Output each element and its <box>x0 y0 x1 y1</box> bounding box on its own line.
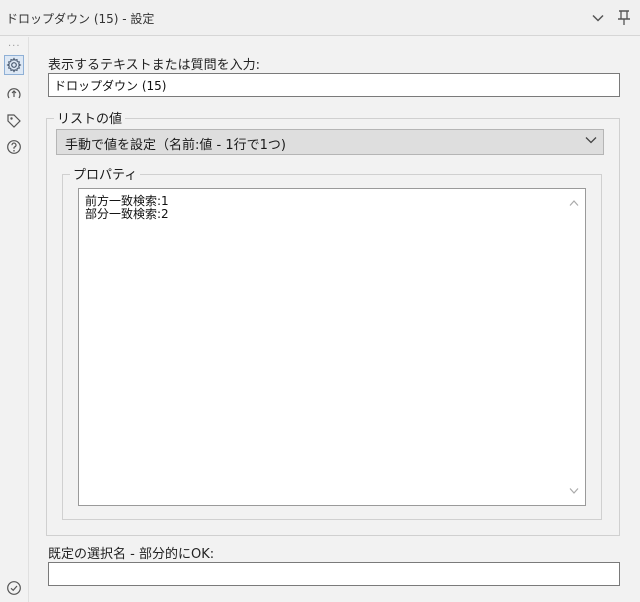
sidebar-item-connections[interactable] <box>4 85 24 105</box>
properties-line: 部分一致検索:2 <box>85 207 169 221</box>
scroll-up-icon[interactable] <box>569 199 579 207</box>
help-icon <box>7 140 21 154</box>
list-mode-selected: 手動で値を設定（名前:値 - 1行で1つ) <box>65 138 286 153</box>
window-title: ドロップダウン (15) - 設定 <box>6 12 155 26</box>
properties-textarea[interactable]: 前方一致検索:1 部分一致検索:2 <box>78 188 586 506</box>
question-label: 表示するテキストまたは質問を入力: <box>48 58 260 73</box>
question-input[interactable] <box>48 73 620 97</box>
gear-icon <box>6 57 22 73</box>
sidebar-item-help[interactable] <box>4 137 24 157</box>
pin-icon <box>618 10 630 25</box>
default-selection-label: 既定の選択名 - 部分的にOK: <box>48 547 215 562</box>
properties-group-title: プロパティ <box>70 164 141 183</box>
check-circle-icon <box>7 581 21 595</box>
sidebar-item-status[interactable] <box>4 578 24 598</box>
list-values-group-title: リストの値 <box>54 108 126 127</box>
collapse-button[interactable] <box>588 8 608 28</box>
scroll-down-icon[interactable] <box>569 487 579 495</box>
more-dots[interactable]: ... <box>8 39 21 49</box>
title-bar: ドロップダウン (15) - 設定 <box>0 0 640 36</box>
default-selection-input[interactable] <box>48 562 620 586</box>
sidebar-item-settings[interactable] <box>4 55 24 75</box>
chevron-down-icon <box>585 137 597 144</box>
list-mode-select[interactable]: 手動で値を設定（名前:値 - 1行で1つ) <box>56 129 604 155</box>
chevron-down-icon <box>592 14 604 22</box>
tag-icon <box>7 114 21 128</box>
pin-button[interactable] <box>614 8 634 28</box>
connection-icon <box>7 88 21 99</box>
sidebar-item-annotations[interactable] <box>4 111 24 131</box>
